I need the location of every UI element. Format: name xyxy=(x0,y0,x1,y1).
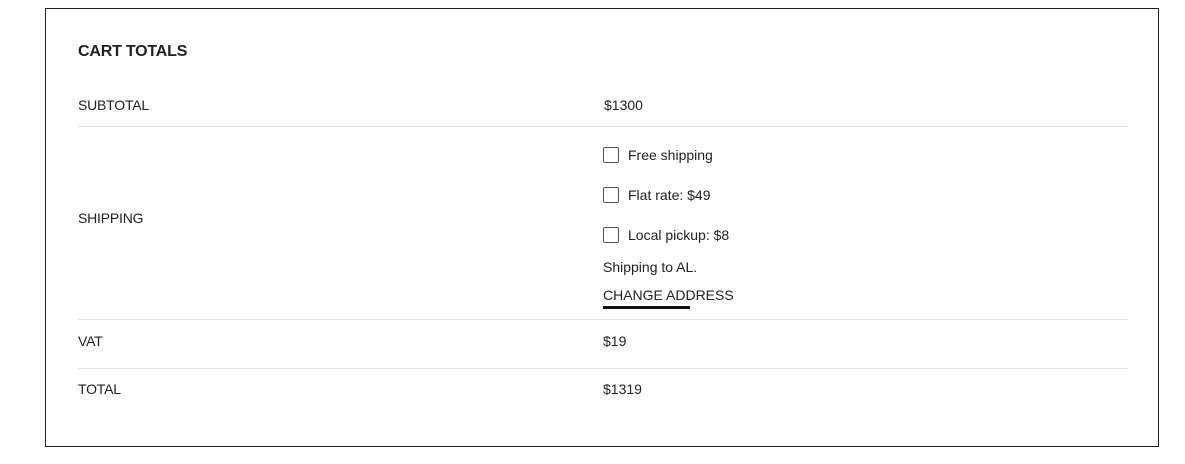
shipping-row: SHIPPING Free shipping Flat rate: $49 Lo… xyxy=(78,126,1128,320)
local-pickup-checkbox[interactable] xyxy=(603,227,619,243)
cart-totals-title: CART TOTALS xyxy=(78,43,188,60)
total-label: TOTAL xyxy=(78,381,121,397)
free-shipping-checkbox[interactable] xyxy=(603,147,619,163)
subtotal-row: SUBTOTAL $1300 xyxy=(78,84,1128,127)
free-shipping-label[interactable]: Free shipping xyxy=(628,147,713,163)
shipping-destination-text: Shipping to AL. xyxy=(603,259,698,275)
vat-value: $19 xyxy=(603,333,627,349)
change-address-link[interactable]: CHANGE ADDRESS xyxy=(603,287,734,303)
subtotal-value: $1300 xyxy=(604,97,643,113)
shipping-option-local-pickup[interactable]: Local pickup: $8 xyxy=(603,226,729,244)
shipping-options: Free shipping Flat rate: $49 Local picku… xyxy=(603,146,729,266)
cart-totals-panel: CART TOTALS SUBTOTAL $1300 SHIPPING Free… xyxy=(45,8,1159,447)
vat-row: VAT $19 xyxy=(78,319,1128,369)
shipping-label: SHIPPING xyxy=(78,210,144,226)
local-pickup-label[interactable]: Local pickup: $8 xyxy=(628,227,729,243)
flat-rate-checkbox[interactable] xyxy=(603,187,619,203)
subtotal-label: SUBTOTAL xyxy=(78,97,150,113)
total-row: TOTAL $1319 xyxy=(78,368,1128,410)
shipping-option-flat-rate[interactable]: Flat rate: $49 xyxy=(603,186,729,204)
vat-label: VAT xyxy=(78,333,103,349)
shipping-option-free[interactable]: Free shipping xyxy=(603,146,729,164)
total-value: $1319 xyxy=(603,381,642,397)
flat-rate-label[interactable]: Flat rate: $49 xyxy=(628,187,711,203)
change-address-underline xyxy=(603,306,690,309)
